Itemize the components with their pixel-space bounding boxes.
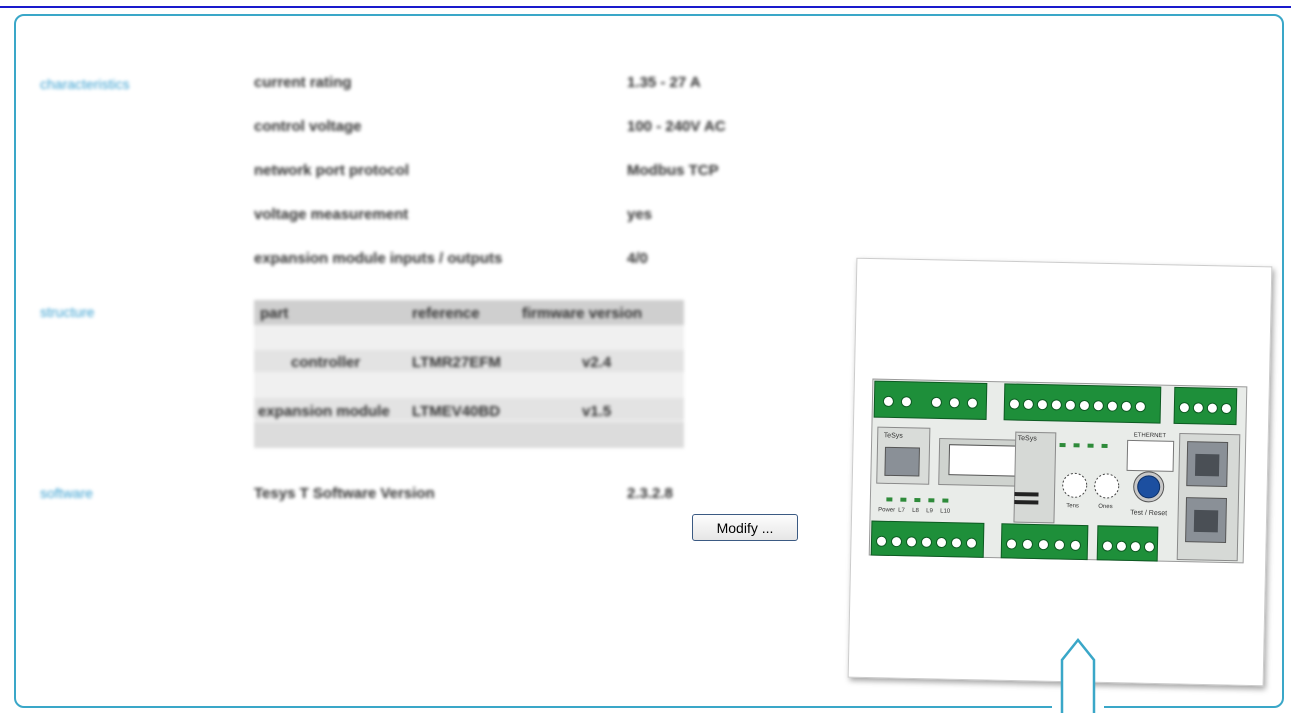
prop-name-current-rating: current rating [254, 74, 352, 91]
modify-button[interactable]: Modify ... [692, 514, 798, 541]
column-header-reference: reference [412, 305, 480, 322]
prop-value-current-rating: 1.35 - 27 A [627, 74, 701, 91]
prop-name-voltage-measurement: voltage measurement [254, 206, 409, 223]
device-illustration: TeSys TeSys ETHERNET Test / Reset Tens O… [868, 378, 1248, 564]
table-cell-part: controller [291, 354, 361, 371]
led-label: L8 [912, 508, 919, 514]
prop-name-network-protocol: network port protocol [254, 162, 409, 179]
ethernet-label: ETHERNET [1134, 433, 1167, 440]
tens-label: Tens [1066, 503, 1079, 509]
ones-label: Ones [1098, 504, 1112, 510]
prop-value-expansion-io: 4/0 [627, 250, 648, 267]
prop-name-expansion-io: expansion module inputs / outputs [254, 250, 503, 267]
device-brand-label: TeSys [884, 432, 904, 439]
device-photo-card: TeSys TeSys ETHERNET Test / Reset Tens O… [847, 257, 1273, 687]
software-name: Tesys T Software Version [254, 485, 435, 502]
table-cell-reference: LTMR27EFM [412, 354, 501, 371]
column-header-part: part [260, 305, 289, 322]
table-cell-part: expansion module [258, 403, 390, 420]
prop-name-control-voltage: control voltage [254, 118, 362, 135]
prop-value-control-voltage: 100 - 240V AC [627, 118, 726, 135]
section-label-characteristics: characteristics [40, 76, 130, 92]
prop-value-network-protocol: Modbus TCP [627, 162, 719, 179]
section-label-structure: structure [40, 304, 95, 320]
test-reset-label: Test / Reset [1130, 509, 1167, 517]
device-brand-label-2: TeSys [1018, 435, 1038, 442]
column-header-firmware: firmware version [522, 305, 643, 322]
led-label: L9 [926, 508, 933, 514]
section-label-software: software [40, 485, 93, 501]
table-cell-reference: LTMEV40BD [412, 403, 501, 420]
table-cell-firmware: v2.4 [582, 354, 612, 371]
panel-pointer-icon [1060, 638, 1096, 713]
prop-value-voltage-measurement: yes [627, 206, 653, 223]
structure-table: part reference firmware version controll… [254, 300, 684, 448]
led-label: L7 [898, 508, 905, 514]
table-cell-firmware: v1.5 [582, 403, 612, 420]
led-label: L10 [940, 508, 951, 514]
led-label: Power [878, 507, 895, 513]
software-version: 2.3.2.8 [627, 485, 673, 502]
table-footer-bg [254, 422, 684, 448]
